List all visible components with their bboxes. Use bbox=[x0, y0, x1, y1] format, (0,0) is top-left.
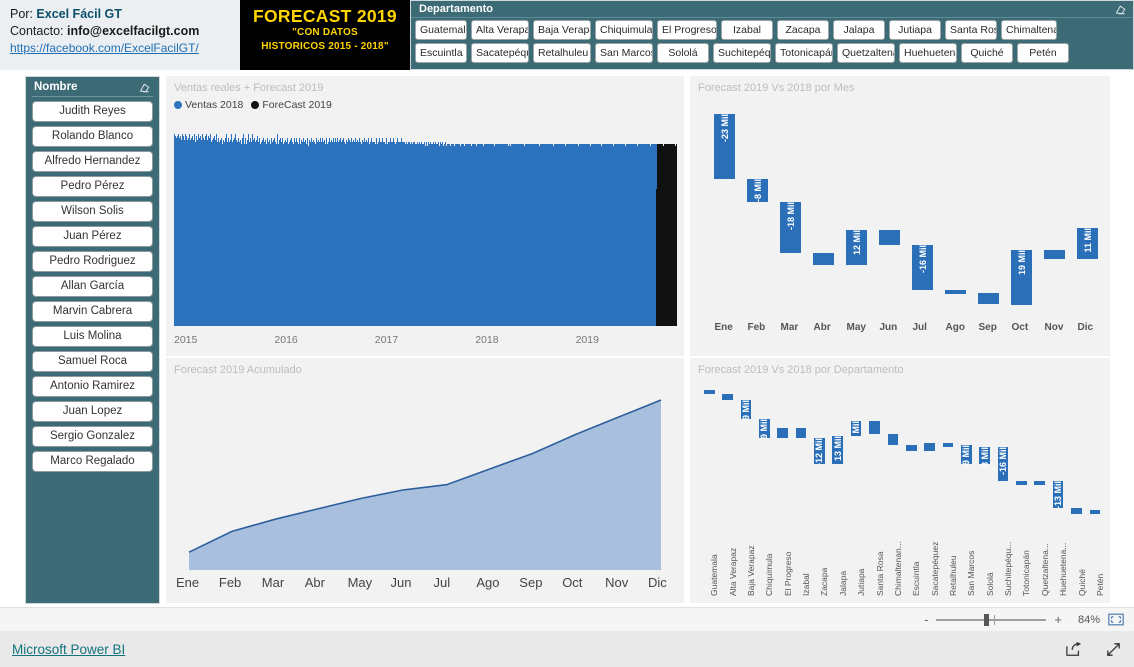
nombre-slicer-item[interactable]: Samuel Roca bbox=[32, 351, 153, 372]
eraser-icon[interactable] bbox=[1115, 4, 1127, 16]
departamento-button[interactable]: Huehuetenango bbox=[899, 43, 957, 63]
credit-author-label: Por: bbox=[10, 7, 33, 21]
credit-author-value: Excel Fácil GT bbox=[36, 7, 121, 21]
nombre-slicer-item[interactable]: Rolando Blanco bbox=[32, 126, 153, 147]
departamento-button[interactable]: Santa Rosa bbox=[945, 20, 997, 40]
legend-label: Ventas 2018 bbox=[185, 99, 243, 111]
eraser-icon[interactable] bbox=[139, 82, 151, 94]
credit-contact-value: info@excelfacilgt.com bbox=[67, 24, 199, 38]
nombre-slicer-item[interactable]: Pedro Pérez bbox=[32, 176, 153, 197]
departamento-button[interactable]: Sacatepéquez bbox=[471, 43, 529, 63]
nombre-slicer-items: Judith Reyes Rolando Blanco Alfredo Hernan… bbox=[32, 101, 153, 472]
departamento-button[interactable]: Escuintla bbox=[415, 43, 467, 63]
nombre-slicer-item[interactable]: Antonio Ramirez bbox=[32, 376, 153, 397]
departamento-button[interactable]: Petén bbox=[1017, 43, 1069, 63]
departamento-button[interactable]: Quetzaltenango bbox=[837, 43, 895, 63]
departamento-button[interactable]: Chimaltenango bbox=[1001, 20, 1057, 40]
departamento-row-2: EscuintlaSacatepéquezRetalhuleuSan Marco… bbox=[415, 43, 1129, 63]
nombre-slicer-item[interactable]: Marvin Cabrera bbox=[32, 301, 153, 322]
legend-label: ForeCast 2019 bbox=[262, 99, 331, 111]
departamento-button[interactable]: Quiché bbox=[961, 43, 1013, 63]
departamento-row-1: GuatemalaAlta VerapazBaja VerapazChiquim… bbox=[415, 20, 1129, 40]
credit-contact-line: Contacto: info@excelfacilgt.com bbox=[10, 23, 232, 40]
report-subtitle-1: "CON DATOS bbox=[240, 26, 410, 40]
visual-title: Ventas reales + Forecast 2019 bbox=[166, 76, 684, 94]
departamento-slicer-title: Departamento bbox=[419, 3, 493, 15]
departamento-button[interactable]: El Progreso bbox=[657, 20, 717, 40]
departamento-button[interactable]: Zacapa bbox=[777, 20, 829, 40]
departamento-button[interactable]: Retalhuleu bbox=[533, 43, 591, 63]
chart-plot-area: 2015 2016 2017 2018 2019 bbox=[174, 124, 676, 348]
departamento-button[interactable]: Izabal bbox=[721, 20, 773, 40]
nombre-slicer-item[interactable]: Luis Molina bbox=[32, 326, 153, 347]
nombre-slicer-item[interactable]: Sergio Gonzalez bbox=[32, 426, 153, 447]
chart-legend: Ventas 2018 ForeCast 2019 bbox=[166, 94, 684, 111]
report-header: Por: Excel Fácil GT Contacto: info@excel… bbox=[0, 0, 1134, 70]
departamento-button[interactable]: San Marcos bbox=[595, 43, 653, 63]
legend-swatch-black bbox=[251, 101, 259, 109]
nombre-slicer-title: Nombre bbox=[34, 81, 77, 93]
credit-contact-label: Contacto: bbox=[10, 24, 64, 38]
departamento-buttons: GuatemalaAlta VerapazBaja VerapazChiquim… bbox=[411, 18, 1133, 63]
legend-item-forecast[interactable]: ForeCast 2019 bbox=[251, 99, 331, 111]
nombre-slicer: Nombre Judith Reyes Rolando Blanco Alfredo… bbox=[25, 76, 160, 604]
visual-ventas-forecast[interactable]: Ventas reales + Forecast 2019 Ventas 201… bbox=[166, 76, 684, 356]
nombre-slicer-item[interactable]: Marco Regalado bbox=[32, 451, 153, 472]
powerbi-report: Por: Excel Fácil GT Contacto: info@excel… bbox=[0, 0, 1134, 667]
departamento-button[interactable]: Baja Verapaz bbox=[533, 20, 591, 40]
nombre-slicer-item[interactable]: Wilson Solis bbox=[32, 201, 153, 222]
report-title: FORECAST 2019 bbox=[240, 6, 410, 26]
credit-box: Por: Excel Fácil GT Contacto: info@excel… bbox=[0, 0, 240, 70]
departamento-button[interactable]: Chiquimula bbox=[595, 20, 653, 40]
nombre-slicer-item[interactable]: Juan Pérez bbox=[32, 226, 153, 247]
nombre-slicer-item[interactable]: Judith Reyes bbox=[32, 101, 153, 122]
legend-item-ventas[interactable]: Ventas 2018 bbox=[174, 99, 243, 111]
report-title-box: FORECAST 2019 "CON DATOS HISTORICOS 2015… bbox=[240, 0, 410, 70]
nombre-slicer-item[interactable]: Pedro Rodriguez bbox=[32, 251, 153, 272]
departamento-button[interactable]: Alta Verapaz bbox=[471, 20, 529, 40]
nombre-slicer-header: Nombre bbox=[32, 77, 153, 97]
nombre-slicer-item[interactable]: Alfredo Hernandez bbox=[32, 151, 153, 172]
departamento-button[interactable]: Guatemala bbox=[415, 20, 467, 40]
nombre-slicer-item[interactable]: Juan Lopez bbox=[32, 401, 153, 422]
departamento-button[interactable]: Suchitepéquez bbox=[713, 43, 771, 63]
facebook-link[interactable]: https://facebook.com/ExcelFacilGT/ bbox=[10, 40, 232, 57]
report-subtitle-2: HISTORICOS 2015 - 2018" bbox=[240, 40, 410, 54]
departamento-slicer: Departamento GuatemalaAlta VerapazBaja V… bbox=[410, 0, 1134, 70]
departamento-button[interactable]: Sololá bbox=[657, 43, 709, 63]
departamento-slicer-header: Departamento bbox=[411, 1, 1133, 18]
departamento-button[interactable]: Totonicapán bbox=[775, 43, 833, 63]
departamento-button[interactable]: Jalapa bbox=[833, 20, 885, 40]
departamento-button[interactable]: Jutiapa bbox=[889, 20, 941, 40]
legend-swatch-blue bbox=[174, 101, 182, 109]
report-canvas: Nombre Judith Reyes Rolando Blanco Alfredo… bbox=[0, 70, 1134, 607]
credit-author-line: Por: Excel Fácil GT bbox=[10, 6, 232, 23]
nombre-slicer-item[interactable]: Allan García bbox=[32, 276, 153, 297]
